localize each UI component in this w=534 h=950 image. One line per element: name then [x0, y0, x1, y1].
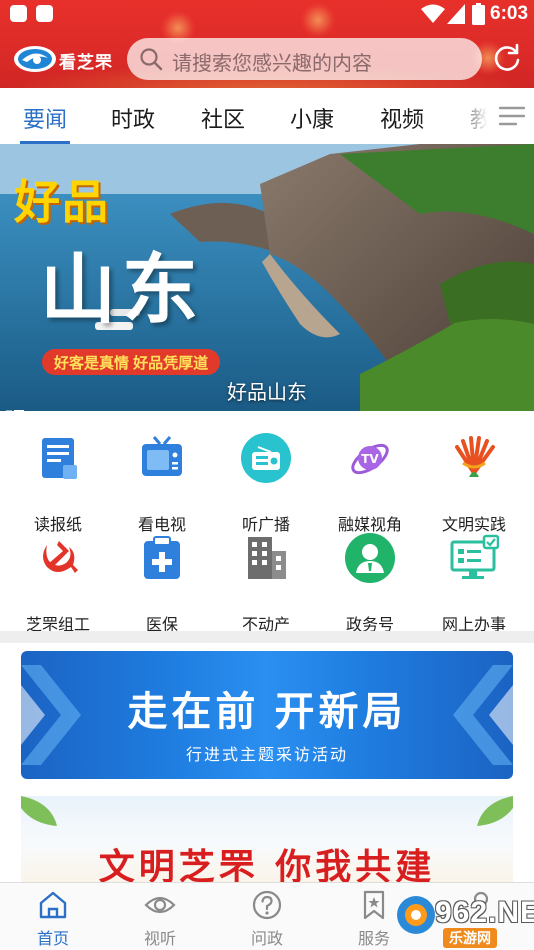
- status-bar: 6:03: [0, 0, 534, 30]
- promo-subtitle: 行进式主题采访活动: [185, 747, 348, 764]
- media-tv-icon: TV: [351, 443, 389, 475]
- grid-label: 看电视: [137, 517, 186, 534]
- grid-item-party[interactable]: 芝罘组工: [8, 533, 108, 634]
- home-icon: [39, 891, 67, 919]
- banner-caption: 好品山东: [227, 382, 307, 404]
- decor-leaf: [21, 796, 57, 826]
- nav-label: 首页: [36, 931, 69, 948]
- banner-pagination: [6, 401, 26, 411]
- grid-item-civilization[interactable]: 文明实践: [424, 433, 524, 534]
- nav-home[interactable]: 首页: [13, 883, 93, 950]
- radio-icon: [241, 433, 291, 483]
- svg-text:TV: TV: [361, 452, 379, 466]
- tab-yaowen[interactable]: 要闻: [23, 102, 67, 134]
- question-icon: [252, 890, 282, 920]
- grid-item-tv[interactable]: 看电视: [112, 433, 212, 534]
- banner-slogan: 好客是真情 好品凭厚道: [42, 349, 221, 375]
- grid-label: 融媒视角: [337, 517, 402, 534]
- grid-item-media[interactable]: TV 融媒视角: [320, 433, 420, 534]
- promo-title: 文明芝罘 你我共建: [98, 846, 436, 882]
- tab-shizheng[interactable]: 时政: [111, 102, 155, 134]
- real-estate-icon: [248, 537, 286, 579]
- battery-icon: [472, 3, 485, 25]
- app-logo[interactable]: 看芝罘: [13, 42, 115, 76]
- grid-item-online-service[interactable]: 网上办事: [424, 533, 524, 634]
- watermark: 962.NET 乐游网: [395, 890, 534, 948]
- menu-icon[interactable]: [498, 104, 526, 128]
- nav-audiovisual[interactable]: 视听: [120, 883, 200, 950]
- promo-card-forward[interactable]: 走在前 开新局 行进式主题采访活动: [21, 651, 513, 779]
- status-time: 6:03: [490, 3, 529, 24]
- search-placeholder: 请搜索您感兴趣的内容: [172, 53, 372, 75]
- decor-leaf: [477, 796, 513, 826]
- grid-label: 文明实践: [441, 517, 506, 534]
- grid-item-newspaper[interactable]: 读报纸: [8, 433, 108, 534]
- logo-eye-icon: [14, 46, 56, 72]
- search-input[interactable]: 请搜索您感兴趣的内容: [127, 38, 482, 80]
- government-account-icon: [345, 533, 395, 583]
- nav-inquiry[interactable]: 问政: [227, 883, 307, 950]
- grid-item-radio[interactable]: 听广播: [216, 433, 316, 534]
- hero-banner[interactable]: 好品 山东 好客是真情 好品凭厚道 好品山东: [0, 144, 534, 411]
- banner-headline-top: 好品: [14, 175, 110, 229]
- newspaper-icon: [42, 438, 77, 479]
- wifi-icon: [421, 4, 445, 23]
- app-square-icon: [10, 5, 27, 22]
- eye-icon: [144, 896, 176, 914]
- grid-item-government[interactable]: 政务号: [320, 533, 420, 634]
- logo-text: 看芝罘: [59, 53, 113, 72]
- party-icon: [43, 541, 78, 573]
- grid-label: 听广播: [241, 517, 290, 534]
- tab-shequ[interactable]: 社区: [201, 102, 245, 134]
- medical-insurance-icon: [144, 536, 180, 579]
- watermark-text: 962.NET: [435, 896, 534, 929]
- service-grid: 读报纸 看电视 听广播 TV 融媒视角 文明实践 芝罘组工 医保 不动产 政务号…: [0, 411, 534, 634]
- grid-item-medical[interactable]: 医保: [112, 533, 212, 634]
- bookmark-icon: [363, 890, 385, 920]
- section-divider: [0, 631, 534, 643]
- grid-item-real-estate[interactable]: 不动产: [216, 533, 316, 634]
- refresh-icon[interactable]: [492, 43, 522, 73]
- watermark-logo-icon: [397, 896, 435, 934]
- grid-label: 读报纸: [33, 517, 82, 534]
- civilization-icon: [455, 436, 495, 477]
- signal-icon: [447, 4, 465, 24]
- search-icon: [140, 48, 163, 71]
- tab-shipin[interactable]: 视频: [380, 102, 424, 134]
- app-header: 6:03 看芝罘 请搜索您感兴趣的内容: [0, 0, 534, 88]
- banner-headline-main: 山东: [40, 245, 204, 334]
- nav-label: 视听: [143, 931, 176, 948]
- tab-xiaokang[interactable]: 小康: [290, 102, 334, 134]
- online-service-icon: [450, 534, 499, 579]
- tv-icon: [142, 436, 182, 476]
- watermark-subtext: 乐游网: [443, 928, 497, 948]
- nav-label: 问政: [250, 931, 283, 948]
- app-square-icon: [36, 5, 53, 22]
- promo-title: 走在前 开新局: [127, 690, 407, 734]
- promo-card-civilization[interactable]: 文明芝罘 你我共建: [21, 796, 513, 882]
